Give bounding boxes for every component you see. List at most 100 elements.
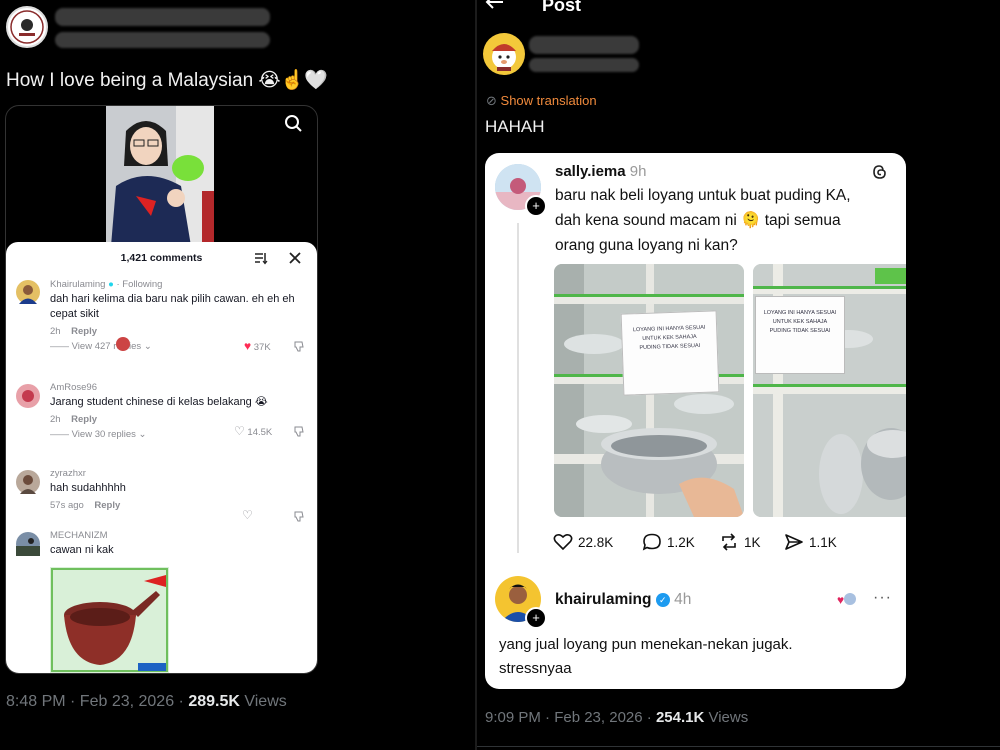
- like-count-row[interactable]: ♡ 14.5K: [234, 424, 272, 438]
- redacted-display-name: [529, 36, 639, 54]
- show-translation-link[interactable]: ⊘ Show translation: [486, 93, 597, 109]
- following-badge: Following: [122, 279, 163, 290]
- comment-username[interactable]: zyrazhxr: [50, 468, 307, 479]
- view-replies-link[interactable]: View 427 replies: [72, 341, 142, 352]
- repost-icon: [722, 533, 736, 551]
- view-count: 254.1K: [655, 709, 705, 726]
- shelf-sign: LOYANG INI HANYA SESUAI UNTUK KEK SAHAJA P…: [620, 310, 720, 396]
- comment-item: MECHANIZM cawan ni kak: [50, 530, 307, 558]
- reply-text: yang jual loyang pun menekan-nekan jugak…: [499, 636, 793, 677]
- back-arrow-icon[interactable]: [485, 0, 505, 10]
- like-count: 14.5K: [247, 427, 273, 438]
- repost-count: 1K: [744, 534, 761, 550]
- views-label: Views: [704, 709, 749, 726]
- view-count: 289.5K: [188, 693, 240, 710]
- avatar-person-icon: [19, 285, 37, 304]
- thread-line: [517, 223, 519, 553]
- like-count-row[interactable]: ♥ 37K: [244, 339, 271, 353]
- comment-text: hah sudahhhhh: [50, 482, 126, 494]
- reply-button[interactable]: Reply: [71, 414, 97, 425]
- share-count: 1.1K: [809, 534, 837, 550]
- tweet-timestamp[interactable]: 9:09 PM · Feb 23, 2026 · 254.1K Views: [485, 709, 748, 726]
- follow-plus-icon[interactable]: +: [525, 607, 547, 629]
- verified-icon: ●: [108, 279, 114, 290]
- verified-icon: ✓: [655, 593, 670, 607]
- threads-username[interactable]: sally.iema: [555, 163, 626, 180]
- like-count: 22.8K: [578, 534, 614, 550]
- close-icon[interactable]: [289, 252, 301, 264]
- comment-username[interactable]: AmRose96: [50, 382, 307, 393]
- comments-sheet: 1,421 comments Khairulaming ● · Followin…: [6, 242, 317, 673]
- avatar-mascot-icon: [492, 44, 516, 71]
- avatar[interactable]: [16, 470, 40, 494]
- comment-bubble-icon: [642, 533, 661, 551]
- search-icon[interactable]: [284, 114, 304, 134]
- dislike-icon[interactable]: [293, 510, 305, 522]
- liked-by-author-icon: ♥: [837, 593, 857, 607]
- post-photo[interactable]: LOYANG INI HANYA SESUAI UNTUK KEK SAHAJA P…: [753, 264, 906, 517]
- redacted-handle: [529, 58, 639, 72]
- page-title: Post: [542, 0, 582, 15]
- heart-outline-icon[interactable]: ♡: [234, 424, 245, 438]
- comment-username[interactable]: Khairulaming: [50, 279, 105, 290]
- emoji: 😭☝️🤍: [258, 70, 328, 91]
- comment-time: 2h: [50, 414, 61, 425]
- like-stat[interactable]: 22.8K: [553, 533, 613, 551]
- heart-outline-icon[interactable]: ♡: [242, 508, 253, 522]
- like-count: 37K: [253, 342, 271, 353]
- author-avatar[interactable]: [6, 6, 48, 48]
- post-photo[interactable]: LOYANG INI HANYA SESUAI UNTUK KEK SAHAJA P…: [554, 264, 744, 517]
- more-options-icon[interactable]: ···: [873, 589, 892, 607]
- comment-time: 2h: [50, 326, 61, 337]
- post-age: 9h: [629, 163, 647, 180]
- author-avatar[interactable]: [483, 33, 525, 75]
- threads-embed-card[interactable]: + sally.iema 9h baru nak beli loyang unt…: [485, 153, 906, 689]
- avatar[interactable]: [16, 384, 40, 408]
- threads-logo-icon[interactable]: [871, 163, 889, 181]
- view-replies-link[interactable]: View 30 replies: [72, 429, 136, 440]
- reaction-emoji: [116, 337, 130, 351]
- repost-stat[interactable]: 1K: [719, 533, 761, 551]
- comment-username[interactable]: MECHANIZM: [50, 530, 307, 541]
- share-stat[interactable]: 1.1K: [784, 533, 837, 551]
- comment-text: cawan ni kak: [50, 544, 114, 556]
- product-image[interactable]: [50, 567, 169, 673]
- redacted-display-name: [55, 8, 270, 26]
- reply-button[interactable]: Reply: [94, 500, 120, 511]
- video-person-image: [106, 106, 214, 246]
- avatar[interactable]: [16, 280, 40, 304]
- shelf-sign: LOYANG INI HANYA SESUAI UNTUK KEK SAHAJA P…: [755, 296, 845, 374]
- tweet-timestamp[interactable]: 8:48 PM · Feb 23, 2026 · 289.5K Views: [6, 693, 287, 711]
- heart-filled-icon[interactable]: ♥: [244, 339, 251, 353]
- comment-text: Jarang student chinese di kelas belakang…: [50, 396, 268, 408]
- follow-plus-icon[interactable]: +: [525, 195, 547, 217]
- avatar[interactable]: [16, 532, 40, 556]
- emoji: 🫠: [741, 212, 761, 229]
- comment-text: dah hari kelima dia baru nak pilih cawan…: [50, 293, 295, 320]
- right-post-panel: Post ⊘ Show translation HAHAH + sally.ie…: [477, 0, 1000, 750]
- avatar-person-icon: [20, 475, 36, 494]
- reply-age: 4h: [674, 591, 692, 608]
- views-label: Views: [239, 693, 287, 710]
- comment-stat[interactable]: 1.2K: [642, 533, 695, 551]
- pot-image: [50, 567, 169, 673]
- comment-time: 57s ago: [50, 500, 84, 511]
- heart-icon: [553, 533, 573, 551]
- avatar-landscape-icon: [16, 538, 40, 556]
- dislike-icon[interactable]: [293, 425, 305, 437]
- avatar-logo-icon: [10, 10, 44, 44]
- video-embed[interactable]: 1,421 comments Khairulaming ● · Followin…: [5, 105, 318, 674]
- sort-icon[interactable]: [254, 251, 268, 265]
- bottom-divider: [477, 746, 1000, 747]
- reply-username[interactable]: khairulaming: [555, 591, 651, 608]
- tweet-text: HAHAH: [485, 117, 545, 136]
- comment-count: 1.2K: [667, 534, 695, 550]
- translate-icon: ⊘: [486, 93, 497, 108]
- left-post-panel: How I love being a Malaysian 😭☝️🤍 1,421 …: [0, 0, 475, 750]
- redacted-handle: [55, 32, 270, 48]
- tweet-text: How I love being a Malaysian 😭☝️🤍: [6, 70, 328, 91]
- dislike-icon[interactable]: [293, 340, 305, 352]
- threads-post-text: baru nak beli loyang untuk buat puding K…: [555, 187, 851, 254]
- reply-button[interactable]: Reply: [71, 326, 97, 337]
- avatar-rose-icon: [22, 390, 34, 402]
